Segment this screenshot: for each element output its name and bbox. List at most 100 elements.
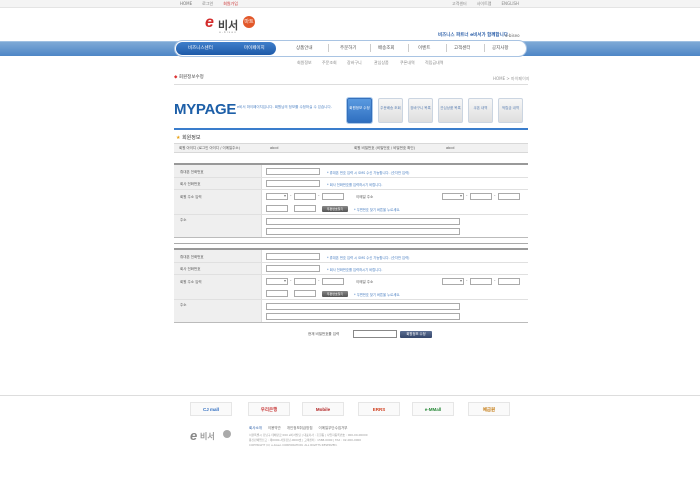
address-input[interactable] [266, 218, 460, 225]
address-detail-input[interactable] [266, 228, 460, 235]
subnav-order[interactable]: 주문조회 [322, 60, 337, 66]
label-column [174, 250, 262, 322]
top-right-links: 고객센터 사이트맵 ENGLISH [452, 1, 519, 7]
sitemap-link[interactable]: 사이트맵 [477, 1, 492, 7]
partner-banner[interactable]: 우리은행 [248, 402, 290, 416]
tab-edit-info[interactable]: 회원정보 수정 [347, 98, 372, 123]
confirm-password-input[interactable] [353, 330, 397, 338]
phone-prefix-select[interactable] [266, 193, 288, 200]
nav-event[interactable]: 이벤트 [418, 45, 430, 51]
header-slogan: 비즈니스 파트너 e비서가 함께합니다 [438, 33, 508, 38]
row-divider [174, 262, 528, 263]
partner-banners: CJ mall 우리은행 Mobile ERRS e-MMall 예금원 [190, 402, 520, 418]
footer-link[interactable]: 이메일무단수집거부 [319, 426, 348, 431]
zip-note: * 우편번호 찾기 버튼을 누르세요. [354, 293, 401, 297]
english-link[interactable]: ENGLISH [501, 1, 519, 7]
logo-badge: 마트 [243, 16, 255, 28]
partner-banner[interactable]: e-MMall [412, 402, 454, 416]
mobile-note: * 휴대폰 번호 입력 시 SMS 수신 가능합니다. (숫자만 입력) [327, 171, 410, 175]
subnav-points[interactable]: 적립금내역 [425, 60, 443, 66]
dash: - [290, 278, 292, 283]
login-link[interactable]: 로그인 [202, 1, 213, 7]
mobile-input[interactable] [266, 253, 320, 260]
footer-link[interactable]: 개인정보취급방침 [287, 426, 313, 431]
footer-divider [0, 395, 700, 396]
submit-button[interactable]: 회원정보 수정 [400, 331, 432, 338]
row-divider [174, 214, 528, 215]
zip-input-2[interactable] [294, 205, 316, 212]
logo-e: e [205, 14, 214, 31]
mobile-note: * 휴대폰 번호 입력 시 SMS 수신 가능합니다. (숫자만 입력) [327, 256, 410, 260]
tab-cart[interactable]: 장바구니 목록 [408, 98, 433, 123]
nav-customer[interactable]: 고객센터 [454, 45, 471, 51]
office-phone-input[interactable] [266, 180, 320, 187]
mobile-input[interactable] [266, 168, 320, 175]
id-label: 회원 아이디 (로그인 아이디 / 이메일주소) [179, 146, 240, 150]
join-link[interactable]: 회원가입 [223, 1, 238, 7]
address-label: 회원 주소 입력 [180, 195, 202, 199]
email-id-input[interactable] [470, 278, 492, 285]
page-title-text: 회원정보수정 [178, 75, 204, 80]
nav-notice[interactable]: 공지사항 [492, 45, 509, 51]
footer-link[interactable]: 회사소개 [249, 426, 262, 431]
subnav-member-info[interactable]: 회원정보 [297, 60, 312, 66]
zip-input-2[interactable] [294, 290, 316, 297]
section-divider [174, 128, 528, 130]
site-logo[interactable]: e 비서 마트 e-biseo [205, 14, 257, 34]
zip-search-button[interactable]: 우편번호찾기 [322, 291, 348, 297]
subnav-cart[interactable]: 장바구니 [347, 60, 362, 66]
zip-note: * 우편번호 찾기 버튼을 누르세요. [354, 208, 401, 212]
mypage-description: e비서 마이페이지입니다. 회원님의 정보를 수정하실 수 있습니다. [237, 105, 332, 109]
email-domain-select[interactable] [442, 278, 464, 285]
dash: - [466, 278, 468, 283]
member-form-1: 휴대폰 전화번호 회사 전화번호 회원 주소 입력 주소 * 휴대폰 번호 입력… [174, 163, 528, 238]
dash: - [494, 278, 496, 283]
row-divider [174, 177, 528, 178]
tab-order-status[interactable]: 주문배송 조회 [378, 98, 403, 123]
nav-delivery[interactable]: 배송조회 [378, 45, 395, 51]
address-detail-input[interactable] [266, 313, 460, 320]
partner-banner[interactable]: 예금원 [468, 402, 510, 416]
dash: - [318, 278, 320, 283]
address-input[interactable] [266, 303, 460, 310]
office-phone-input[interactable] [266, 265, 320, 272]
header-slogan-en: e-biseo [505, 33, 520, 38]
dash: - [494, 193, 496, 198]
nav-products[interactable]: 상품안내 [296, 45, 313, 51]
subnav-wishlist[interactable]: 관심상품 [374, 60, 389, 66]
phone-end-input[interactable] [322, 193, 344, 200]
star-icon: ★ [176, 135, 181, 141]
nav-business-center[interactable]: 비즈니스센터 [188, 45, 213, 51]
phone-mid-input[interactable] [294, 278, 316, 285]
email-id-input[interactable] [470, 193, 492, 200]
zip-input-1[interactable] [266, 205, 288, 212]
partner-banner[interactable]: ERRS [358, 402, 400, 416]
subnav-coupon[interactable]: 쿠폰내역 [400, 60, 415, 66]
email-domain-input[interactable] [498, 193, 520, 200]
email-label: 이메일 주소 [356, 280, 374, 284]
row-divider [174, 274, 528, 275]
nav-order[interactable]: 주문하기 [340, 45, 357, 51]
zip-search-button[interactable]: 우편번호찾기 [322, 206, 348, 212]
phone-end-input[interactable] [322, 278, 344, 285]
top-left-links: HOME 로그인 회원가입 [180, 1, 238, 7]
footer-logo-e: e [190, 428, 198, 443]
tab-points[interactable]: 적립금 내역 [498, 98, 523, 123]
tab-wishlist[interactable]: 관심상품 목록 [438, 98, 463, 123]
footer-link[interactable]: 이용약관 [268, 426, 281, 431]
office-phone-note: * 회사 전화번호를 입력하시기 바랍니다. [327, 183, 383, 187]
id-value: abcd [270, 146, 279, 150]
phone-mid-input[interactable] [294, 193, 316, 200]
email-domain-select[interactable] [442, 193, 464, 200]
email-label: 이메일 주소 [356, 195, 374, 199]
partner-banner[interactable]: CJ mall [190, 402, 232, 416]
partner-banner[interactable]: Mobile [302, 402, 344, 416]
phone-prefix-select[interactable] [266, 278, 288, 285]
email-domain-input[interactable] [498, 278, 520, 285]
nav-mypage[interactable]: 마이페이지 [244, 45, 265, 51]
customer-link[interactable]: 고객센터 [452, 1, 467, 7]
home-link[interactable]: HOME [180, 1, 192, 7]
zip-input-1[interactable] [266, 290, 288, 297]
tab-coupon[interactable]: 쿠폰 내역 [468, 98, 493, 123]
office-phone-label: 회사 전화번호 [180, 267, 201, 271]
